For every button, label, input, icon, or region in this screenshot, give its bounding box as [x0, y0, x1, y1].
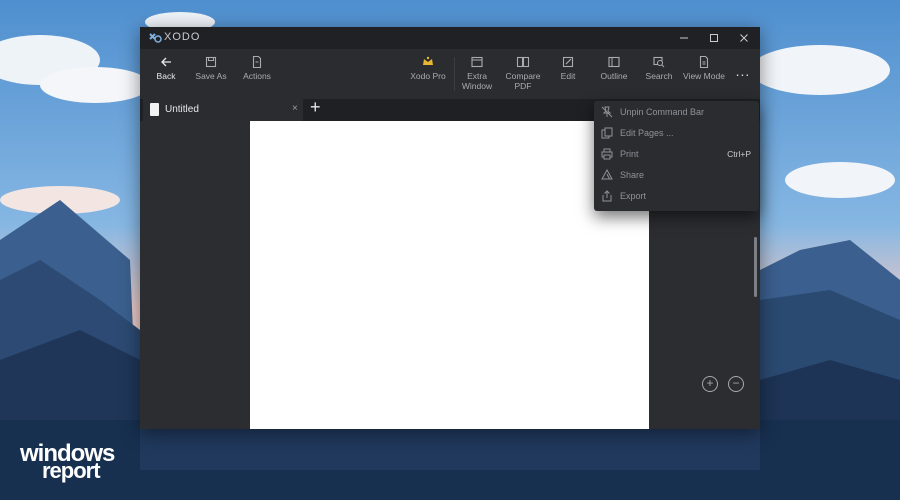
- menu-item-shortcut: Ctrl+P: [727, 149, 751, 159]
- minimize-button[interactable]: [669, 27, 699, 49]
- edit-pages-icon: [601, 127, 613, 139]
- document-icon: [150, 103, 159, 116]
- maximize-icon: [710, 34, 718, 42]
- compare-pdf-label: Compare PDF: [505, 71, 541, 91]
- overflow-menu: Unpin Command Bar Edit Pages ... Print C…: [594, 101, 759, 211]
- search-label: Search: [645, 71, 673, 81]
- command-bar: Back Save As Actions Xodo Pro Extra Wind…: [140, 49, 760, 99]
- menu-item-label: Export: [620, 191, 647, 201]
- extra-window-button[interactable]: Extra Window: [451, 55, 503, 91]
- tab-close-button[interactable]: ×: [292, 103, 298, 114]
- outline-icon: [608, 56, 620, 68]
- menu-item-label: Print: [620, 149, 639, 159]
- document-actions-icon: [252, 55, 262, 69]
- tab-label: Untitled: [165, 104, 199, 115]
- zoom-in-button[interactable]: +: [702, 376, 718, 392]
- save-as-label: Save As: [195, 71, 227, 81]
- menu-item-share[interactable]: Share: [594, 165, 759, 186]
- close-window-button[interactable]: [729, 27, 759, 49]
- edit-button[interactable]: Edit: [542, 55, 594, 81]
- menu-item-label: Edit Pages ...: [620, 128, 674, 138]
- save-icon: [205, 56, 217, 68]
- outline-label: Outline: [600, 71, 628, 81]
- export-icon: [602, 190, 612, 202]
- menu-item-export[interactable]: Export: [594, 186, 759, 207]
- xodo-logo-icon: [149, 33, 162, 43]
- vertical-scrollbar[interactable]: [754, 237, 757, 297]
- document-page[interactable]: [250, 121, 649, 429]
- zoom-out-button[interactable]: −: [728, 376, 744, 392]
- view-mode-label: View Mode: [683, 71, 725, 81]
- view-mode-icon: [699, 55, 709, 69]
- search-icon: [653, 56, 665, 68]
- print-icon: [601, 148, 613, 160]
- edit-label: Edit: [560, 71, 576, 81]
- menu-item-label: Unpin Command Bar: [620, 107, 705, 117]
- close-icon: [740, 34, 748, 42]
- title-bar[interactable]: XODO: [140, 27, 760, 49]
- menu-item-unpin-command-bar[interactable]: Unpin Command Bar: [594, 102, 759, 123]
- menu-item-print[interactable]: Print Ctrl+P: [594, 144, 759, 165]
- unpin-icon: [601, 106, 613, 118]
- xodo-window: XODO Back Save As Actions Xodo Pro Extra…: [140, 27, 760, 429]
- watermark-line-2: report: [42, 458, 101, 483]
- new-window-icon: [471, 56, 483, 68]
- more-options-button[interactable]: ...: [732, 64, 754, 81]
- xodo-pro-button[interactable]: Xodo Pro: [402, 55, 454, 81]
- crown-icon: [423, 56, 433, 65]
- menu-item-edit-pages[interactable]: Edit Pages ...: [594, 123, 759, 144]
- windows-report-watermark: windows report: [20, 440, 150, 484]
- arrow-left-icon: [161, 57, 171, 67]
- actions-label: Actions: [243, 71, 271, 81]
- share-icon: [601, 169, 613, 180]
- tab-untitled[interactable]: Untitled ×: [143, 99, 303, 121]
- new-tab-button[interactable]: +: [310, 97, 321, 118]
- menu-item-label: Share: [620, 170, 645, 180]
- back-label: Back: [156, 71, 176, 81]
- actions-button[interactable]: Actions: [231, 55, 283, 81]
- compare-icon: [516, 56, 530, 68]
- pencil-icon: [562, 56, 574, 68]
- save-as-button[interactable]: Save As: [185, 55, 237, 81]
- view-mode-button[interactable]: View Mode: [678, 55, 730, 81]
- xodo-pro-label: Xodo Pro: [410, 71, 446, 81]
- minimize-icon: [680, 37, 688, 39]
- maximize-button[interactable]: [699, 27, 729, 49]
- app-title: XODO: [164, 31, 201, 43]
- extra-window-label: Extra Window: [461, 71, 493, 91]
